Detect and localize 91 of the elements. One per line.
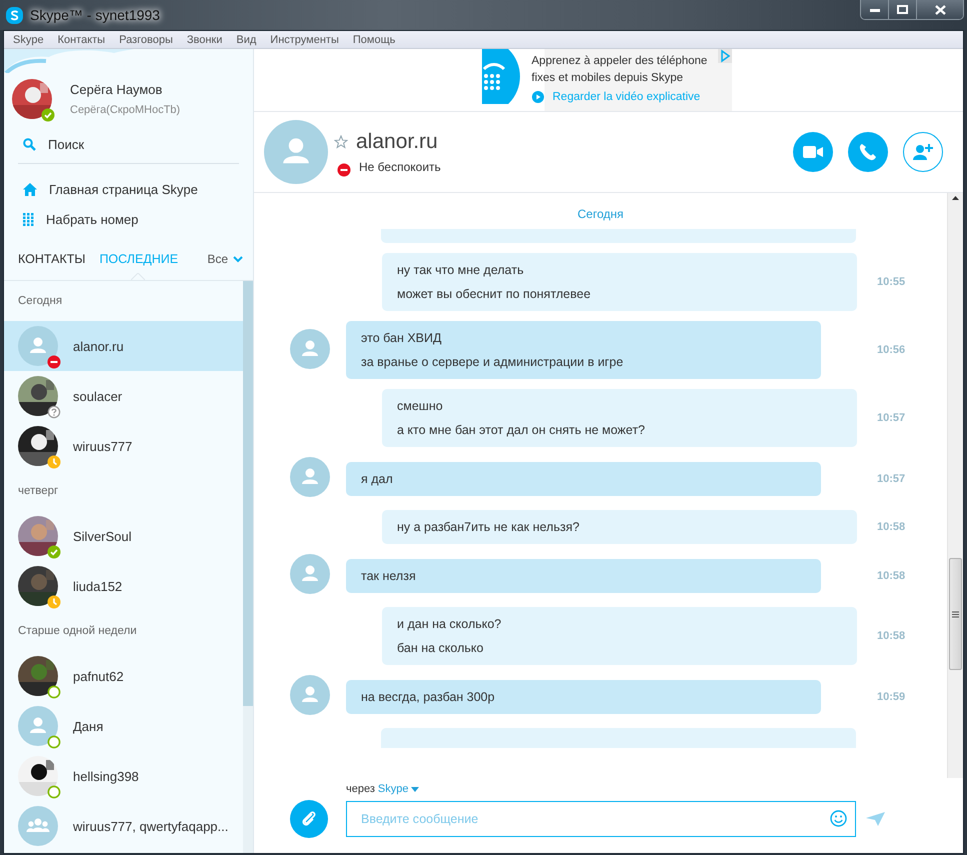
contact-item[interactable]: Даня [4,701,243,751]
contact-item[interactable]: SilverSoul [4,511,243,561]
contact-name: alanor.ru [356,130,438,154]
phone-icon [859,143,877,161]
via-label: через [346,783,375,795]
message-text: бан на сколько [397,640,484,656]
message-text: на весгда, разбан 300р [361,688,496,704]
tab[interactable]: КОНТАКТЫ [18,239,86,279]
attach-button[interactable] [290,800,328,838]
minimize-button[interactable] [861,0,889,19]
message-text: может вы обеснит по понятлевее [397,286,592,302]
close-button[interactable] [917,0,963,19]
caret-icon [411,786,420,792]
paperclip-icon [300,810,318,828]
phone-icon [482,49,520,104]
avatar-icon [290,675,330,715]
message-text: за вранье о сервере и администрации в игре [361,354,624,370]
emoji-icon[interactable] [830,810,847,827]
contact-item[interactable]: liuda152 [4,561,243,611]
group-icon [18,806,58,846]
adchoices-icon[interactable] [718,49,732,63]
search-icon [23,138,36,150]
chevron-icon [233,256,243,262]
add-contact-button[interactable] [903,132,943,172]
close-icon [934,4,946,14]
ad-text: fixes et mobiles depuis Skype [532,72,684,84]
message-text: смешно [397,398,444,414]
maximize-icon [897,5,908,14]
menu-item[interactable]: Звонки [180,34,230,46]
scrollbar[interactable] [243,281,253,853]
message-time: 10:55 [877,276,906,288]
menu-item[interactable]: Разговоры [112,34,180,46]
menu-item[interactable]: Инструменты [263,34,346,46]
message-text: и дан на сколько? [397,616,502,632]
menu-item[interactable]: Вид [229,34,264,46]
play-icon [532,91,544,103]
video-camera-icon [803,146,823,158]
message-time: 10:57 [877,472,906,484]
message-text: ну а разбан7ить не как нельзя? [397,519,580,535]
avatar-icon [18,706,58,746]
maximize-button[interactable] [889,0,917,19]
nav-item[interactable]: Поиск [18,129,239,159]
avatar-icon [18,326,58,366]
message-text: ну так что мне делать [397,262,525,278]
dialpad-icon [23,212,34,226]
add-person-icon [912,143,934,161]
home-icon [23,182,37,196]
scrollbar[interactable] [947,193,963,778]
message-text: а кто мне бан этот дал он снять не может? [397,422,646,438]
message-time: 10:58 [877,630,906,642]
message-time: 10:58 [877,521,906,533]
contact-item[interactable]: hellsing398 [4,751,243,801]
avatar-icon [290,457,330,497]
contact-item[interactable]: soulacer [4,371,243,421]
menu-item[interactable]: Skype [6,34,51,46]
status-text: Не беспокоить [359,160,441,174]
nav-item[interactable]: Набрать номер [18,204,239,234]
menu-item[interactable]: Контакты [50,34,112,46]
filter-dropdown[interactable]: Все [207,252,243,266]
call-button[interactable] [848,132,888,172]
contact-item[interactable]: pafnut62 [4,651,243,701]
contact-item[interactable]: wiruus777, qwertyfaqapp... [4,801,243,851]
menu-item[interactable]: Помощь [346,34,402,46]
avatar-icon [264,120,328,184]
send-icon[interactable] [866,812,885,826]
group-heading: четверг [17,484,60,499]
minimize-icon [870,8,880,12]
day-divider: Сегодня [576,206,624,223]
group-heading: Старше одной недели [17,624,138,639]
profile-name[interactable]: Серёга Наумов [70,82,180,97]
message-text: это бан ХВИД [361,330,442,346]
message-time: 10:58 [877,570,906,582]
message-time: 10:57 [877,412,906,424]
avatar-icon [290,554,330,594]
star-icon[interactable] [334,135,348,149]
grip-icon [952,610,959,618]
window-title: Skype™ - synet1993 [30,7,160,23]
message-text: так нелзя [361,568,417,584]
avatar-icon [290,328,330,368]
group-heading: Сегодня [17,294,64,309]
contact-item[interactable]: wiruus777 [4,421,243,471]
message-time: 10:56 [877,344,906,356]
skype-logo-icon [6,6,23,24]
message-time: 10:59 [877,690,906,702]
nav-item[interactable]: Главная страница Skype [18,174,239,204]
ad-banner[interactable]: Apprenez à appeler des téléphone fixes et mobiles depuis Skype Regarder la vidéo explicative [482,49,732,111]
message-text: я дал [361,470,394,486]
ad-text: Apprenez à appeler des téléphone [532,55,708,67]
contact-item[interactable]: alanor.ru [4,321,243,371]
message-input[interactable]: Введите сообщение [346,801,856,837]
video-call-button[interactable] [793,132,833,172]
